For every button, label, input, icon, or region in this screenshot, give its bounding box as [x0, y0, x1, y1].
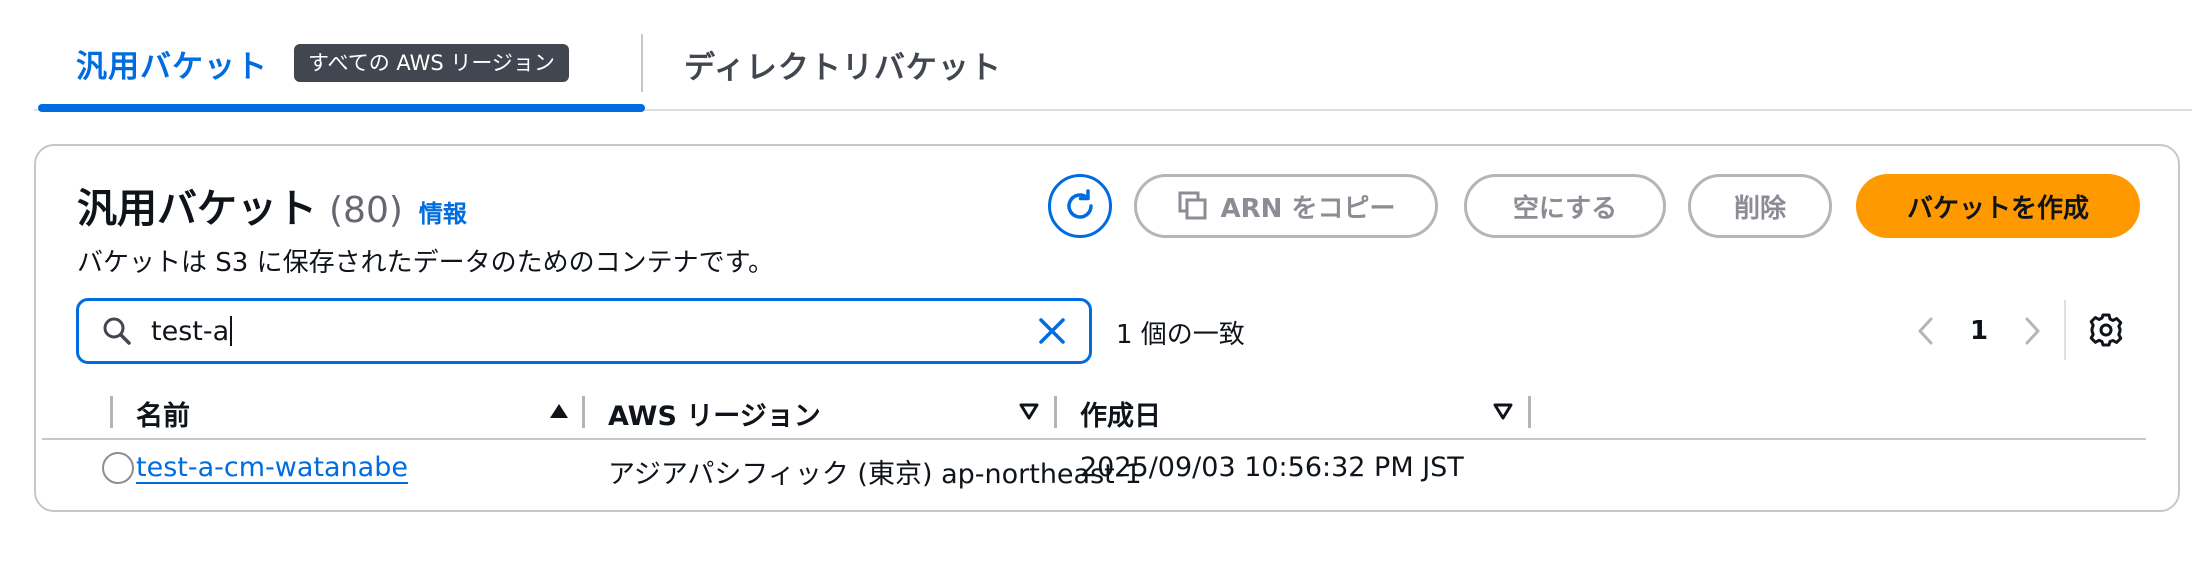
gear-icon[interactable]: [2088, 312, 2124, 348]
create-bucket-button[interactable]: バケットを作成: [1856, 174, 2140, 238]
copy-arn-button[interactable]: ARN をコピー: [1134, 174, 1438, 238]
chevron-right-icon[interactable]: [2014, 314, 2050, 348]
tab-directory-buckets[interactable]: ディレクトリバケット: [684, 42, 1002, 87]
tab-general-purpose-label: 汎用バケット: [76, 48, 268, 85]
table-header-border: [42, 438, 2146, 440]
tab-general-purpose[interactable]: 汎用バケット すべての AWS リージョン: [76, 38, 569, 88]
empty-button[interactable]: 空にする: [1464, 174, 1666, 238]
copy-icon: [1177, 190, 1209, 222]
chevron-left-icon[interactable]: [1908, 314, 1944, 348]
match-count: 1 個の一致: [1116, 320, 1245, 350]
search-input[interactable]: test-a: [76, 298, 1092, 364]
search-icon: [101, 315, 133, 347]
active-tab-indicator: [38, 104, 645, 112]
bucket-type-tabs: 汎用バケット すべての AWS リージョン ディレクトリバケット: [34, 0, 2192, 112]
column-header-region[interactable]: AWS リージョン: [608, 394, 821, 433]
panel-title: 汎用バケット: [77, 186, 317, 232]
column-header-created[interactable]: 作成日: [1080, 394, 1161, 433]
bucket-name-link[interactable]: test-a-cm-watanabe: [136, 452, 408, 483]
info-link[interactable]: 情報: [419, 194, 467, 229]
sort-descending-icon[interactable]: [1492, 402, 1514, 420]
refresh-icon: [1061, 187, 1099, 225]
table-row: test-a-cm-watanabe: [136, 452, 408, 483]
copy-arn-label: ARN をコピー: [1220, 193, 1396, 224]
pagination-divider: [2064, 300, 2066, 360]
delete-button[interactable]: 削除: [1688, 174, 1832, 238]
search-value: test-a: [151, 315, 230, 347]
column-divider[interactable]: [582, 396, 585, 428]
row-select-radio[interactable]: [102, 452, 134, 484]
text-caret: [230, 316, 233, 346]
search-field[interactable]: test-a: [151, 316, 1035, 347]
bucket-created-date: 2025/09/03 10:56:32 PM JST: [1080, 452, 1464, 483]
sort-ascending-icon[interactable]: [548, 402, 570, 420]
bucket-region: アジアパシフィック (東京) ap-northeast-1: [608, 459, 1142, 490]
region-badge: すべての AWS リージョン: [294, 44, 569, 82]
column-divider[interactable]: [1528, 396, 1531, 428]
column-divider[interactable]: [1054, 396, 1057, 428]
clear-icon[interactable]: [1035, 314, 1069, 348]
column-header-name[interactable]: 名前: [136, 394, 190, 433]
tab-divider: [641, 34, 643, 92]
refresh-button[interactable]: [1048, 174, 1112, 238]
buckets-panel: 汎用バケット (80) 情報 バケットは S3 に保存されたデータのためのコンテ…: [34, 144, 2180, 512]
sort-descending-icon[interactable]: [1018, 402, 1040, 420]
panel-header: 汎用バケット (80) 情報: [77, 176, 467, 234]
pagination: 1: [1908, 308, 2050, 354]
column-divider: [110, 396, 113, 428]
bucket-count: (80): [329, 190, 403, 231]
page-number[interactable]: 1: [1944, 316, 2014, 346]
panel-description: バケットは S3 に保存されたデータのためのコンテナです。: [77, 248, 774, 278]
